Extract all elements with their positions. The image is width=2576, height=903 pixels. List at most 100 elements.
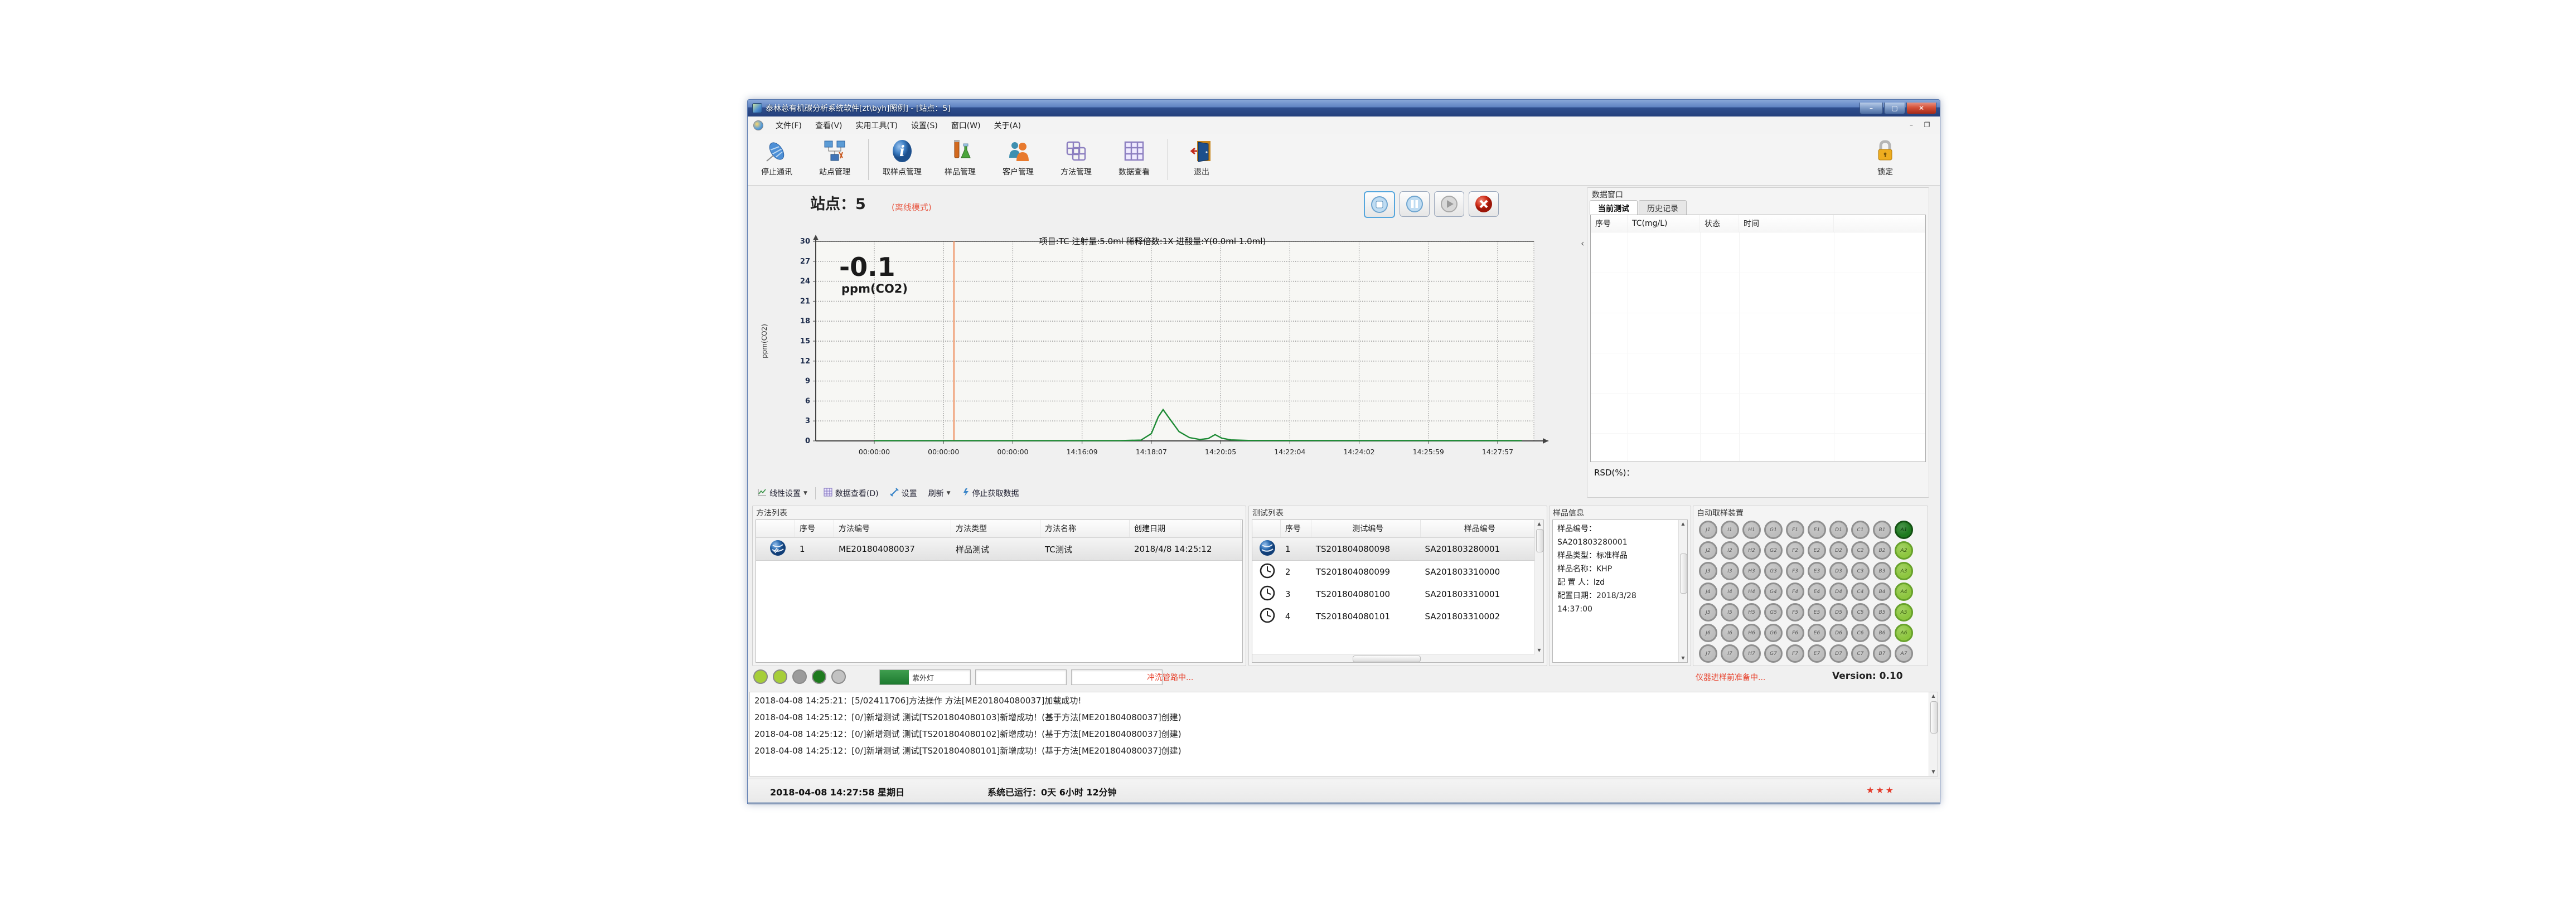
sampler-cell-G7[interactable]: G7 — [1764, 644, 1783, 663]
sampler-cell-B4[interactable]: B4 — [1873, 582, 1891, 601]
chart-settings-button[interactable]: 设置 — [884, 488, 923, 499]
test-col-header[interactable]: 样品编号 — [1421, 520, 1535, 537]
sampler-cell-A5[interactable]: A5 — [1895, 603, 1913, 622]
sampler-cell-H3[interactable]: H3 — [1742, 562, 1761, 580]
test-col-header[interactable]: 序号 — [1281, 520, 1311, 537]
sampler-cell-C4[interactable]: C4 — [1851, 582, 1870, 601]
menu-item-6[interactable]: 关于(A) — [987, 117, 1028, 134]
test-row[interactable]: 3TS201804080100SA201803310001 — [1252, 583, 1535, 605]
sampler-cell-J4[interactable]: J4 — [1699, 582, 1717, 601]
样品管理-button[interactable]: 样品管理 — [931, 137, 989, 182]
menu-item-4[interactable]: 设置(S) — [904, 117, 945, 134]
sampler-cell-E6[interactable]: E6 — [1808, 624, 1826, 642]
menu-item-3[interactable]: 实用工具(T) — [849, 117, 904, 134]
menu-item-2[interactable]: 查看(V) — [808, 117, 849, 134]
sampler-cell-G4[interactable]: G4 — [1764, 582, 1783, 601]
menu-item-5[interactable]: 窗口(W) — [945, 117, 987, 134]
sampler-cell-G6[interactable]: G6 — [1764, 624, 1783, 642]
sampler-cell-E7[interactable]: E7 — [1808, 644, 1826, 663]
test-row[interactable]: 4TS201804080101SA201803310002 — [1252, 605, 1535, 628]
close-button[interactable]: ✕ — [1906, 103, 1936, 114]
method-col-header[interactable]: 方法类型 — [951, 520, 1040, 537]
sampler-cell-I2[interactable]: I2 — [1721, 541, 1739, 560]
sampler-cell-I6[interactable]: I6 — [1721, 624, 1739, 642]
start-button[interactable] — [1434, 191, 1464, 217]
sample-info-vscroll[interactable]: ▲▼ — [1678, 520, 1687, 662]
sampler-cell-F7[interactable]: F7 — [1786, 644, 1804, 663]
sampler-cell-G5[interactable]: G5 — [1764, 603, 1783, 622]
sampler-cell-F2[interactable]: F2 — [1786, 541, 1804, 560]
method-col-header[interactable]: 方法编号 — [834, 520, 951, 537]
tab-current-test[interactable]: 当前测试 — [1590, 200, 1638, 215]
log-area[interactable]: 2018-04-08 14:25:21：[5/02411706]方法操作 方法[… — [749, 692, 1938, 776]
sampler-cell-C1[interactable]: C1 — [1851, 521, 1870, 539]
sampler-cell-H5[interactable]: H5 — [1742, 603, 1761, 622]
sampler-cell-B3[interactable]: B3 — [1873, 562, 1891, 580]
test-row[interactable]: 1TS201804080098SA201803280001 — [1252, 537, 1535, 561]
sampler-cell-G2[interactable]: G2 — [1764, 541, 1783, 560]
sampler-cell-E5[interactable]: E5 — [1808, 603, 1826, 622]
sampler-cell-D2[interactable]: D2 — [1829, 541, 1848, 560]
停止通讯-button[interactable]: 停止通讯 — [748, 137, 806, 182]
sampler-cell-F3[interactable]: F3 — [1786, 562, 1804, 580]
sampler-cell-D6[interactable]: D6 — [1829, 624, 1848, 642]
pause-button[interactable] — [1400, 191, 1430, 217]
sampler-cell-B7[interactable]: B7 — [1873, 644, 1891, 663]
sampler-cell-A6[interactable]: A6 — [1895, 624, 1913, 642]
sampler-cell-A3[interactable]: A3 — [1895, 562, 1913, 580]
sampler-cell-F4[interactable]: F4 — [1786, 582, 1804, 601]
collapse-panel-arrow[interactable]: ‹ — [1581, 238, 1584, 249]
sampler-cell-F1[interactable]: F1 — [1786, 521, 1804, 539]
sampler-cell-F6[interactable]: F6 — [1786, 624, 1804, 642]
sampler-cell-H1[interactable]: H1 — [1742, 521, 1761, 539]
sampler-cell-I4[interactable]: I4 — [1721, 582, 1739, 601]
方法管理-button[interactable]: 方法管理 — [1047, 137, 1105, 182]
sampler-cell-J1[interactable]: J1 — [1699, 521, 1717, 539]
sampler-cell-D3[interactable]: D3 — [1829, 562, 1848, 580]
sampler-cell-E1[interactable]: E1 — [1808, 521, 1826, 539]
test-row[interactable]: 2TS201804080099SA201803310000 — [1252, 561, 1535, 583]
dw-col-header[interactable]: 序号 — [1591, 215, 1628, 232]
data-view-button[interactable]: 数据查看(D) — [818, 488, 884, 499]
dw-col-header[interactable]: 时间 — [1739, 215, 1834, 232]
lock-button[interactable]: 锁定 — [1856, 137, 1914, 182]
sampler-cell-D4[interactable]: D4 — [1829, 582, 1848, 601]
sampler-cell-F5[interactable]: F5 — [1786, 603, 1804, 622]
linear-settings-button[interactable]: 线性设置▼ — [752, 488, 813, 499]
sampler-cell-B5[interactable]: B5 — [1873, 603, 1891, 622]
sampler-cell-B1[interactable]: B1 — [1873, 521, 1891, 539]
sampler-cell-G3[interactable]: G3 — [1764, 562, 1783, 580]
method-col-header[interactable]: 创建日期 — [1130, 520, 1241, 537]
sampler-cell-D5[interactable]: D5 — [1829, 603, 1848, 622]
sampler-cell-A2[interactable]: A2 — [1895, 541, 1913, 560]
title-bar[interactable]: 泰林总有机碳分析系统软件[zt\byh]照例] - [站点：5] – ▢ ✕ — [748, 100, 1940, 116]
sampler-cell-H6[interactable]: H6 — [1742, 624, 1761, 642]
退出-button[interactable]: 退出 — [1173, 137, 1231, 182]
sampler-cell-C7[interactable]: C7 — [1851, 644, 1870, 663]
sampler-cell-C6[interactable]: C6 — [1851, 624, 1870, 642]
method-col-header[interactable]: 方法名称 — [1040, 520, 1130, 537]
sampler-cell-I5[interactable]: I5 — [1721, 603, 1739, 622]
sampler-cell-A1[interactable]: A1 — [1895, 521, 1913, 539]
sampler-cell-C2[interactable]: C2 — [1851, 541, 1870, 560]
sampler-cell-I7[interactable]: I7 — [1721, 644, 1739, 663]
sampler-cell-H7[interactable]: H7 — [1742, 644, 1761, 663]
sampler-cell-A4[interactable]: A4 — [1895, 582, 1913, 601]
sampler-cell-G1[interactable]: G1 — [1764, 521, 1783, 539]
sampler-cell-E3[interactable]: E3 — [1808, 562, 1826, 580]
minimize-button[interactable]: – — [1860, 103, 1883, 114]
取样点管理-button[interactable]: i取样点管理 — [873, 137, 931, 182]
mdi-minimize-button[interactable]: – — [1906, 122, 1916, 129]
test-list-hscroll[interactable] — [1252, 654, 1535, 662]
maximize-button[interactable]: ▢ — [1884, 103, 1905, 114]
log-scrollbar[interactable]: ▲ ▼ — [1929, 692, 1938, 776]
sampler-cell-H4[interactable]: H4 — [1742, 582, 1761, 601]
tab-history[interactable]: 历史记录 — [1639, 200, 1687, 215]
sampler-cell-H2[interactable]: H2 — [1742, 541, 1761, 560]
sampler-cell-E4[interactable]: E4 — [1808, 582, 1826, 601]
dw-col-header[interactable]: TC(mg/L) — [1628, 215, 1700, 232]
站点管理-button[interactable]: 站点管理 — [806, 137, 864, 182]
stop-button[interactable] — [1364, 191, 1395, 218]
sampler-cell-J7[interactable]: J7 — [1699, 644, 1717, 663]
menu-item-1[interactable]: 文件(F) — [769, 117, 808, 134]
